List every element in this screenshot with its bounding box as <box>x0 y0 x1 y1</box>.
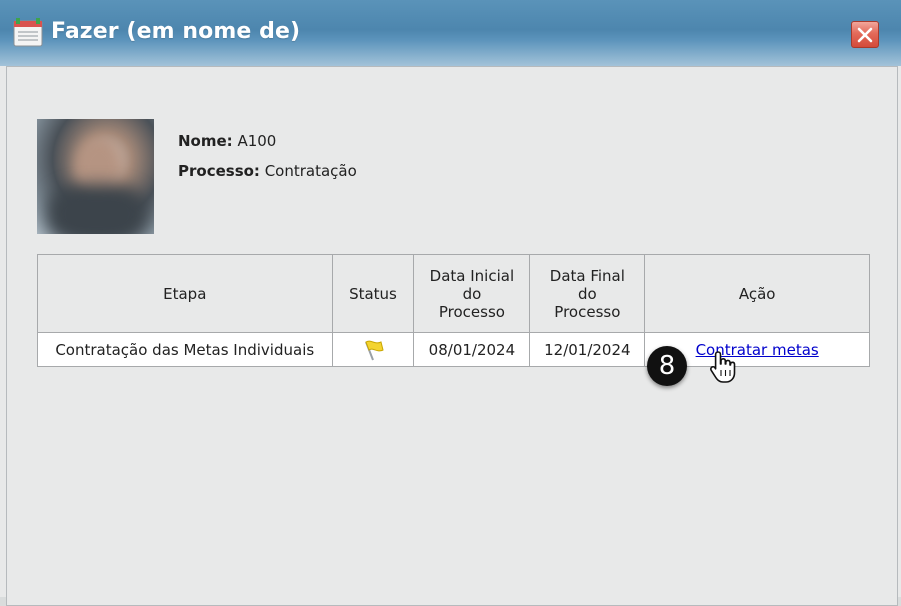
processo-line: Processo: Contratação <box>178 162 357 180</box>
header-status: Status <box>331 254 415 333</box>
table-header-row: Etapa Status Data Inicial do Processo Da… <box>37 254 870 333</box>
nome-value: A100 <box>237 132 277 150</box>
avatar <box>37 119 154 234</box>
cell-data-final: 12/01/2024 <box>529 332 646 367</box>
processo-value: Contratação <box>264 162 357 180</box>
cell-status <box>331 332 415 367</box>
cell-etapa: Contratação das Metas Individuais <box>37 332 333 367</box>
processo-label: Processo: <box>178 162 260 180</box>
hand-pointer-icon <box>708 350 740 390</box>
header-data-final-line3: Processo <box>554 302 621 321</box>
header-data-final-line1: Data Final <box>549 266 625 285</box>
step-number-badge: 8 <box>647 346 687 386</box>
process-table: Etapa Status Data Inicial do Processo Da… <box>37 254 870 367</box>
yellow-flag-icon <box>365 340 384 360</box>
header-data-inicial-line2: do <box>462 284 482 303</box>
nome-label: Nome: <box>178 132 233 150</box>
header-data-final-line2: do <box>577 284 597 303</box>
window-title: Fazer (em nome de) <box>51 19 301 44</box>
title-bar: Fazer (em nome de) <box>0 0 901 66</box>
window-calendar-icon <box>13 18 43 48</box>
header-data-final: Data Final do Processo <box>529 254 646 333</box>
table-row: Contratação das Metas Individuais 08/01/… <box>37 332 870 367</box>
close-icon <box>857 27 873 43</box>
nome-line: Nome: A100 <box>178 132 276 150</box>
header-data-inicial-line1: Data Inicial <box>429 266 515 285</box>
close-button[interactable] <box>851 21 879 48</box>
cell-data-inicial: 08/01/2024 <box>413 332 531 367</box>
header-acao: Ação <box>644 254 870 333</box>
dialog-window: Fazer (em nome de) Nome: A100 Processo: … <box>0 0 901 606</box>
header-data-inicial-line3: Processo <box>438 302 505 321</box>
header-etapa: Etapa <box>37 254 333 333</box>
header-data-inicial: Data Inicial do Processo <box>413 254 531 333</box>
